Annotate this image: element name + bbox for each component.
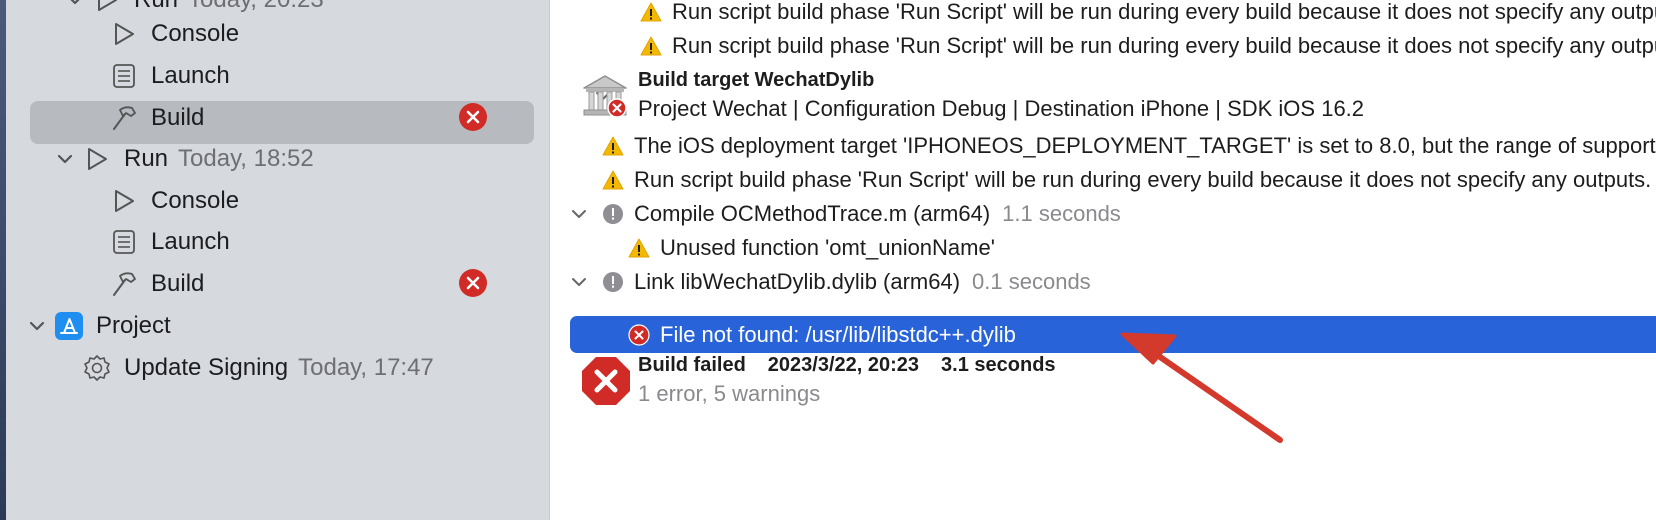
sidebar-item-launch-2[interactable]: Launch [109,221,230,263]
error-badge-icon [459,269,487,297]
list-document-icon [109,61,139,91]
sidebar-item-label: Console [151,20,240,47]
sidebar-item-label: Launch [151,62,230,89]
sidebar-item-run-2[interactable]: Run Today, 18:52 [54,138,314,180]
play-outline-icon [82,144,112,174]
sidebar-item-label: Update Signing [124,354,289,381]
hammer-icon [109,103,139,133]
navigator-sidebar: Run Today, 20:23 Console Launch Build Ru… [6,0,549,520]
sidebar-item-label: Build [151,104,205,131]
sidebar-item-time: Today, 20:23 [188,0,324,14]
sidebar-item-time: Today, 18:52 [178,145,314,172]
error-badge-icon [459,103,487,131]
play-outline-icon [109,19,139,49]
gear-badge-icon [82,353,112,383]
sidebar-item-console-2[interactable]: Console [109,180,239,222]
chevron-down-icon[interactable] [64,0,86,11]
sidebar-item-label: Project [96,312,171,339]
sidebar-item-label: Run [124,145,169,172]
chevron-down-icon[interactable] [54,148,76,170]
chevron-down-icon[interactable] [26,315,48,337]
sidebar-item-build-2[interactable]: Build [109,263,204,305]
list-document-icon [109,227,139,257]
sidebar-item-label: Run [134,0,178,14]
sidebar-item-label: Build [151,270,205,297]
hammer-icon [109,269,139,299]
build-log: Run script build phase 'Run Script' will… [550,0,1656,520]
app-store-icon [54,311,84,341]
sidebar-item-project[interactable]: Project [26,305,171,347]
play-outline-icon [109,186,139,216]
sidebar-item-launch-1[interactable]: Launch [109,55,230,97]
sidebar-item-console-1[interactable]: Console [109,13,239,55]
sidebar-item-time: Today, 17:47 [298,354,434,381]
sidebar-item-label: Launch [151,228,230,255]
sidebar-item-label: Console [151,187,240,214]
annotation-arrow [1120,332,1283,443]
sidebar-item-build-1[interactable]: Build [109,97,204,139]
sidebar-item-update-signing[interactable]: Update Signing Today, 17:47 [82,347,434,389]
